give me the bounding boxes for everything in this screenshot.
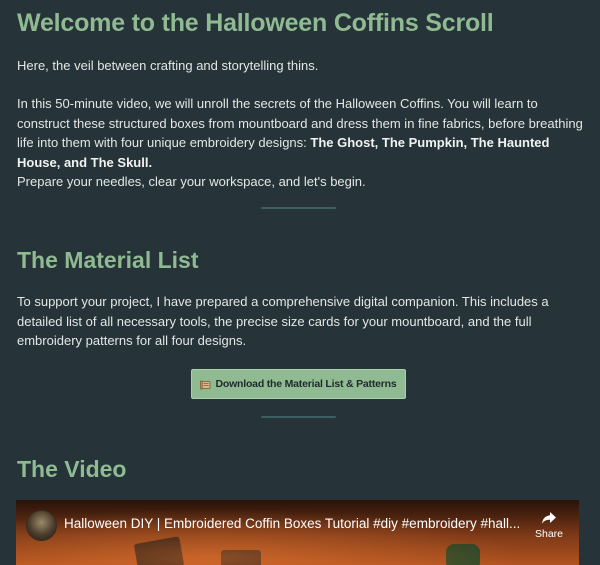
intro-body: In this 50-minute video, we will unroll … bbox=[17, 94, 583, 172]
download-materials-label: Download the Material List & Patterns bbox=[215, 378, 397, 390]
materials-heading: The Material List bbox=[17, 247, 199, 273]
download-materials-button[interactable]: Download the Material List & Patterns bbox=[191, 369, 406, 399]
intro-lead: Here, the veil between crafting and stor… bbox=[17, 58, 319, 73]
share-label: Share bbox=[534, 528, 564, 540]
video-overlay bbox=[16, 500, 579, 565]
intro-closing: Prepare your needles, clear your workspa… bbox=[17, 174, 366, 189]
channel-avatar[interactable] bbox=[26, 510, 57, 541]
scroll-icon bbox=[200, 380, 211, 389]
share-button[interactable]: Share bbox=[531, 510, 567, 540]
video-heading: The Video bbox=[17, 456, 127, 482]
page: Welcome to the Halloween Coffins Scroll … bbox=[0, 0, 600, 565]
video-player[interactable]: Halloween DIY | Embroidered Coffin Boxes… bbox=[16, 500, 579, 565]
video-title[interactable]: Halloween DIY | Embroidered Coffin Boxes… bbox=[64, 516, 524, 531]
share-icon bbox=[542, 512, 556, 524]
page-title: Welcome to the Halloween Coffins Scroll bbox=[17, 9, 494, 37]
section-divider bbox=[261, 207, 336, 209]
materials-body: To support your project, I have prepared… bbox=[17, 294, 549, 348]
section-divider bbox=[261, 416, 336, 418]
